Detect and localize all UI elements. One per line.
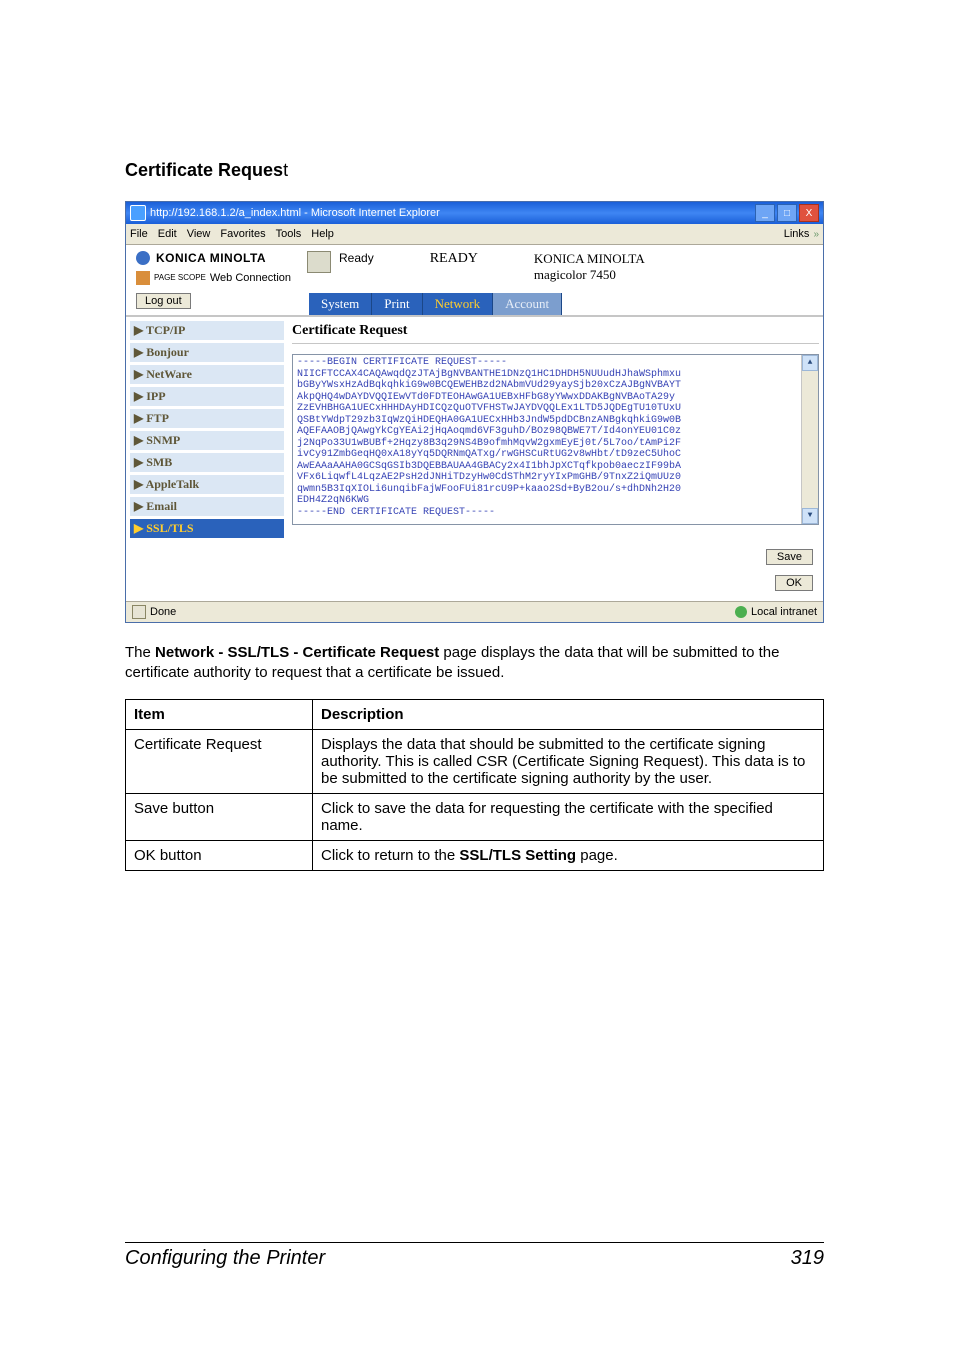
nav-appletalk[interactable]: ▶ AppleTalk: [130, 475, 284, 494]
description-table: Item Description Certificate Request Dis…: [125, 699, 824, 871]
done-icon: [132, 605, 146, 619]
nav-snmp[interactable]: ▶ SNMP: [130, 431, 284, 450]
body-pre: The: [125, 644, 155, 661]
links-chevron-icon[interactable]: »: [813, 229, 819, 240]
maximize-button[interactable]: □: [777, 204, 797, 222]
ie-titlebar: http://192.168.1.2/a_index.html - Micros…: [126, 202, 823, 224]
logout-button[interactable]: Log out: [136, 293, 191, 309]
ie-menubar: File Edit View Favorites Tools Help Link…: [126, 224, 823, 245]
table-row: OK button Click to return to the SSL/TLS…: [126, 840, 824, 870]
footer-page-number: 319: [791, 1247, 824, 1270]
pagescope-prefix: PAGE SCOPE: [154, 274, 206, 282]
cell-desc: Click to save the data for requesting th…: [313, 793, 824, 840]
menu-tools[interactable]: Tools: [276, 228, 302, 240]
status-zone: Local intranet: [751, 606, 817, 618]
device-model: magicolor 7450: [534, 267, 645, 283]
table-header-row: Item Description: [126, 699, 824, 729]
ie-title-text: http://192.168.1.2/a_index.html - Micros…: [150, 207, 440, 219]
tab-print[interactable]: Print: [372, 293, 422, 315]
brand-name: KONICA MINOLTA: [156, 251, 266, 265]
menu-edit[interactable]: Edit: [158, 228, 177, 240]
section-title-text: Certificate Reques: [125, 160, 283, 180]
cell-desc-bold: SSL/TLS Setting: [459, 847, 576, 864]
nav-ftp[interactable]: ▶ FTP: [130, 409, 284, 428]
ie-content: KONICA MINOLTA PAGE SCOPE Web Connection…: [126, 245, 823, 601]
cell-item: OK button: [126, 840, 313, 870]
status-ready-big: READY: [430, 251, 478, 267]
cell-desc: Click to return to the SSL/TLS Setting p…: [313, 840, 824, 870]
body-bold: Network - SSL/TLS - Certificate Request: [155, 644, 439, 661]
header-strip: KONICA MINOLTA PAGE SCOPE Web Connection…: [126, 245, 823, 287]
nav-smb[interactable]: ▶ SMB: [130, 453, 284, 472]
cell-desc-pre: Click to return to the: [321, 847, 459, 864]
save-button[interactable]: Save: [766, 549, 813, 565]
body-paragraph: The Network - SSL/TLS - Certificate Requ…: [125, 643, 824, 684]
section-title: Certificate Request: [125, 160, 824, 181]
scroll-down-icon[interactable]: ▼: [802, 508, 818, 524]
pagescope-label: Web Connection: [210, 272, 291, 284]
tab-account[interactable]: Account: [493, 293, 562, 315]
minimize-button[interactable]: _: [755, 204, 775, 222]
nav-ipp[interactable]: ▶ IPP: [130, 387, 284, 406]
nav-bonjour[interactable]: ▶ Bonjour: [130, 343, 284, 362]
konica-minolta-logo-icon: [136, 251, 150, 265]
links-label[interactable]: Links: [784, 228, 810, 240]
menu-file[interactable]: File: [130, 228, 148, 240]
main-panel: Certificate Request -----BEGIN CERTIFICA…: [288, 317, 823, 601]
tabstrip: System Print Network Account: [309, 293, 823, 315]
scrollbar[interactable]: ▲ ▼: [801, 355, 818, 524]
nav-ssltls[interactable]: ▶ SSL/TLS: [130, 519, 284, 538]
scroll-up-icon[interactable]: ▲: [802, 355, 818, 371]
footer-left: Configuring the Printer: [125, 1247, 325, 1270]
ie-window: http://192.168.1.2/a_index.html - Micros…: [125, 201, 824, 623]
device-name: KONICA MINOLTA: [534, 251, 645, 267]
tab-network[interactable]: Network: [423, 293, 494, 315]
status-done: Done: [150, 606, 176, 618]
ie-icon: [130, 205, 146, 221]
cell-desc: Displays the data that should be submitt…: [313, 729, 824, 793]
table-row: Certificate Request Displays the data th…: [126, 729, 824, 793]
section-title-suffix: t: [283, 160, 288, 180]
ie-statusbar: Done Local intranet: [126, 601, 823, 622]
nav-netware[interactable]: ▶ NetWare: [130, 365, 284, 384]
menu-favorites[interactable]: Favorites: [220, 228, 265, 240]
tab-system[interactable]: System: [309, 293, 372, 315]
close-button[interactable]: X: [799, 204, 819, 222]
cell-item: Save button: [126, 793, 313, 840]
table-row: Save button Click to save the data for r…: [126, 793, 824, 840]
intranet-icon: [735, 606, 747, 618]
status-ready: Ready: [339, 251, 374, 265]
panel-title: Certificate Request: [292, 321, 819, 344]
nav-tcpip[interactable]: ▶ TCP/IP: [130, 321, 284, 340]
menu-view[interactable]: View: [187, 228, 211, 240]
printer-icon: [307, 251, 331, 273]
menu-help[interactable]: Help: [311, 228, 334, 240]
col-item: Item: [126, 699, 313, 729]
certificate-request-textarea[interactable]: -----BEGIN CERTIFICATE REQUEST----- NIIC…: [292, 354, 819, 525]
pagescope-icon: [136, 271, 150, 285]
page-footer: Configuring the Printer 319: [125, 1242, 824, 1270]
nav-email[interactable]: ▶ Email: [130, 497, 284, 516]
cell-item: Certificate Request: [126, 729, 313, 793]
col-description: Description: [313, 699, 824, 729]
cell-desc-post: page.: [576, 847, 618, 864]
side-nav: ▶ TCP/IP ▶ Bonjour ▶ NetWare ▶ IPP ▶ FTP…: [126, 317, 288, 601]
certificate-request-text: -----BEGIN CERTIFICATE REQUEST----- NIIC…: [297, 357, 681, 518]
ok-button[interactable]: OK: [775, 575, 813, 591]
